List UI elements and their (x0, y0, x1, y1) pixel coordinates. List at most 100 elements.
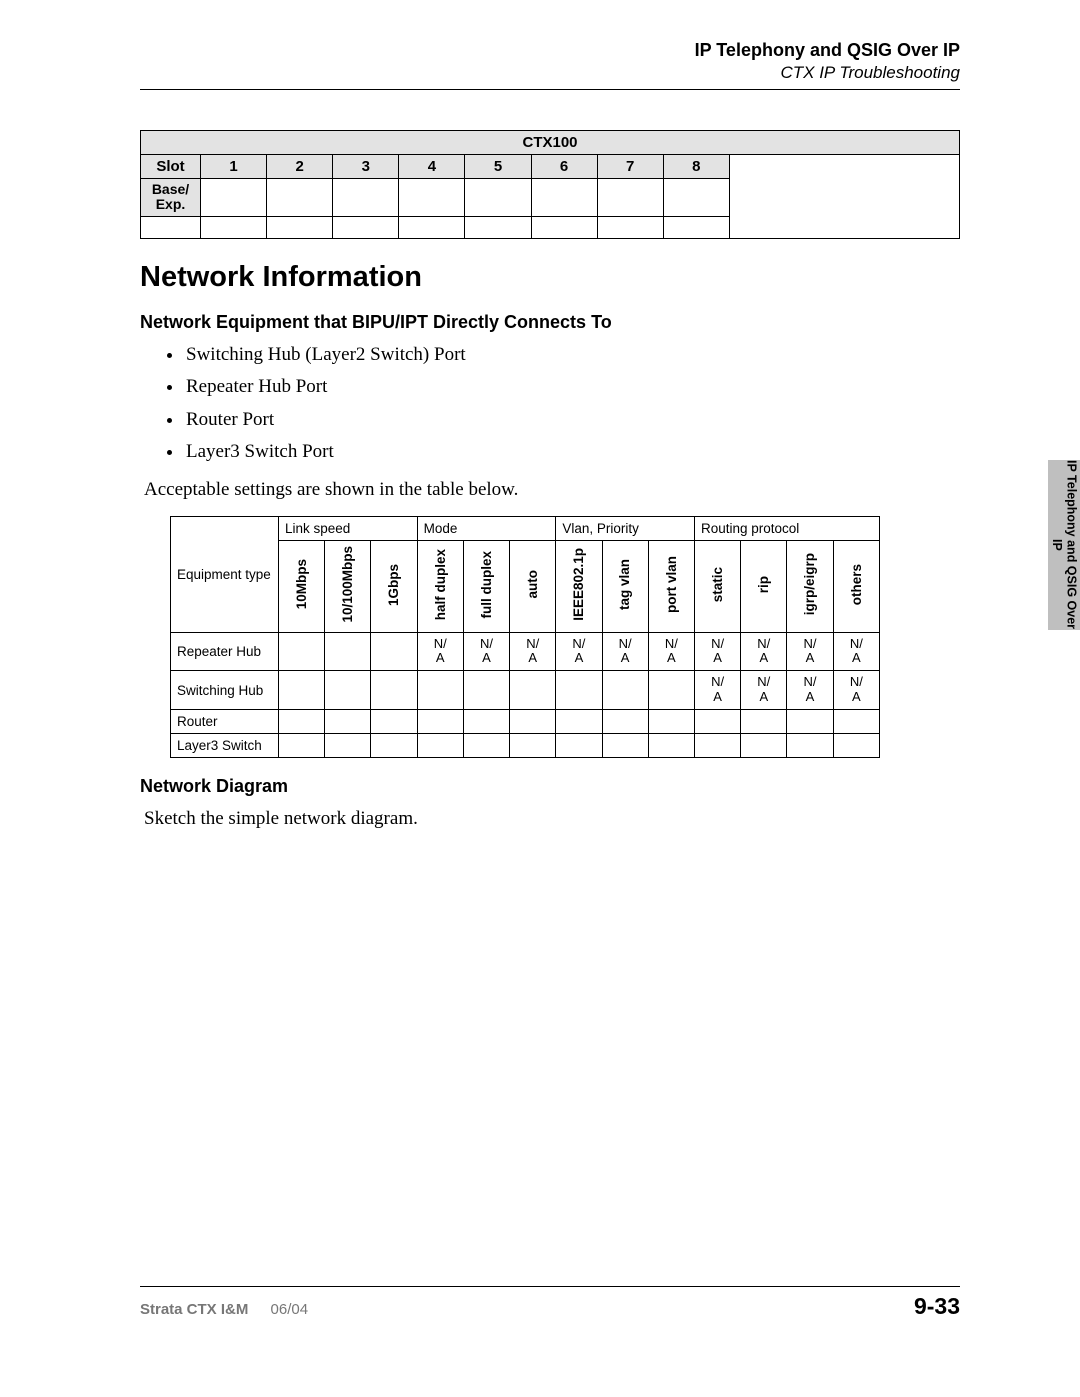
slot-2: 2 (267, 155, 333, 179)
table-cell (371, 671, 417, 710)
row-label: Router (171, 710, 279, 734)
table-cell: N/A (510, 632, 556, 671)
table-cell: N/A (787, 671, 833, 710)
ctx-cell (597, 179, 663, 217)
col-ieee8021p: IEEE802.1p (556, 540, 602, 632)
ctx-cell (267, 216, 333, 238)
footer-page-number: 9-33 (914, 1293, 960, 1320)
header-subtitle: CTX IP Troubleshooting (140, 63, 960, 83)
table-row: Switching HubN/AN/AN/AN/A (171, 671, 880, 710)
table-cell (417, 734, 463, 758)
row-label: Layer3 Switch (171, 734, 279, 758)
ctx-cell (267, 179, 333, 217)
col-tag-vlan: tag vlan (602, 540, 648, 632)
ctx-cell (201, 179, 267, 217)
table-cell (510, 734, 556, 758)
page-content: IP Telephony and QSIG Over IP CTX IP Tro… (140, 40, 960, 833)
col-10-100mbps: 10/100Mbps (325, 540, 371, 632)
paragraph: Acceptable settings are shown in the tab… (144, 476, 960, 504)
list-item: Repeater Hub Port (184, 373, 960, 401)
table-cell (833, 734, 879, 758)
header-title: IP Telephony and QSIG Over IP (140, 40, 960, 61)
table-cell (833, 710, 879, 734)
table-cell (325, 710, 371, 734)
table-cell: N/A (648, 632, 694, 671)
slot-4: 4 (399, 155, 465, 179)
slot-label: Slot (141, 155, 201, 179)
section-heading: Network Information (140, 261, 960, 294)
ctx-cell (663, 216, 729, 238)
table-cell (371, 734, 417, 758)
ctx-cell (465, 216, 531, 238)
paragraph: Sketch the simple network diagram. (144, 805, 960, 833)
table-cell: N/A (787, 632, 833, 671)
footer-date: 06/04 (271, 1301, 309, 1318)
slot-8: 8 (663, 155, 729, 179)
table-cell: N/A (741, 632, 787, 671)
table-cell (463, 671, 509, 710)
page-footer: Strata CTX I&M 06/04 9-33 (140, 1286, 960, 1320)
side-tab: IP Telephony and QSIG Over IP (1048, 460, 1080, 630)
equipment-table-wrap: Equipment type Link speed Mode Vlan, Pri… (140, 516, 960, 759)
list-item: Layer3 Switch Port (184, 438, 960, 466)
table-cell: N/A (833, 632, 879, 671)
col-full-duplex: full duplex (463, 540, 509, 632)
table-cell (602, 671, 648, 710)
slot-3: 3 (333, 155, 399, 179)
side-tab-label: IP Telephony and QSIG Over IP (1050, 460, 1079, 630)
table-cell (417, 710, 463, 734)
ctx100-title-cell: CTX100 (141, 131, 960, 155)
header-rule (140, 89, 960, 90)
list-item: Switching Hub (Layer2 Switch) Port (184, 341, 960, 369)
equipment-table: Equipment type Link speed Mode Vlan, Pri… (170, 516, 880, 759)
table-cell (741, 734, 787, 758)
table-cell (602, 734, 648, 758)
col-auto: auto (510, 540, 556, 632)
ctx-cell (531, 179, 597, 217)
table-cell (279, 632, 325, 671)
body-block: Switching Hub (Layer2 Switch) Port Repea… (140, 341, 960, 504)
table-cell (694, 734, 740, 758)
table-row: Layer3 Switch (171, 734, 880, 758)
table-cell: N/A (602, 632, 648, 671)
ctx-cell (333, 179, 399, 217)
table-cell (602, 710, 648, 734)
bullet-list: Switching Hub (Layer2 Switch) Port Repea… (140, 341, 960, 466)
table-cell (463, 710, 509, 734)
table-cell: N/A (694, 671, 740, 710)
col-1gbps: 1Gbps (371, 540, 417, 632)
table-cell (694, 710, 740, 734)
col-half-duplex: half duplex (417, 540, 463, 632)
table-cell (556, 671, 602, 710)
footer-left: Strata CTX I&M 06/04 (140, 1301, 308, 1318)
ctx-cell (465, 179, 531, 217)
table-cell (279, 734, 325, 758)
table-cell (325, 671, 371, 710)
slot-5: 5 (465, 155, 531, 179)
ctx-cell (201, 216, 267, 238)
table-cell (787, 710, 833, 734)
col-static: static (694, 540, 740, 632)
table-cell (325, 734, 371, 758)
ctx-cell (399, 179, 465, 217)
ctx-cell (597, 216, 663, 238)
subsection-heading-2: Network Diagram (140, 776, 960, 797)
table-cell (463, 734, 509, 758)
footer-rule (140, 1286, 960, 1287)
col-rip: rip (741, 540, 787, 632)
table-cell: N/A (556, 632, 602, 671)
ctx-cell (141, 216, 201, 238)
subsection-heading-1: Network Equipment that BIPU/IPT Directly… (140, 312, 960, 333)
list-item: Router Port (184, 406, 960, 434)
table-cell: N/A (417, 632, 463, 671)
col-port-vlan: port vlan (648, 540, 694, 632)
row-label: Repeater Hub (171, 632, 279, 671)
table-cell (648, 710, 694, 734)
table-cell (556, 710, 602, 734)
table-cell (648, 734, 694, 758)
table-cell (787, 734, 833, 758)
table-cell (510, 710, 556, 734)
group-routing: Routing protocol (694, 516, 879, 540)
base-exp-label: Base/ Exp. (141, 179, 201, 217)
ctx-cell (663, 179, 729, 217)
